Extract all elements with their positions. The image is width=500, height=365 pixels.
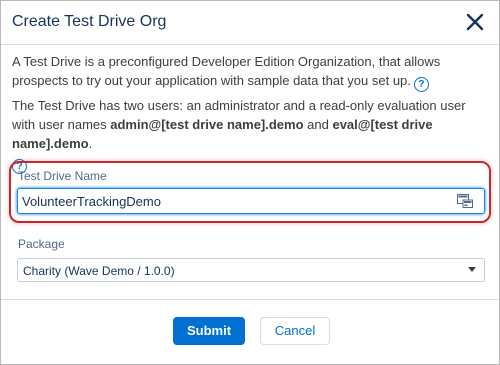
chevron-down-icon	[468, 267, 476, 272]
users-text-middle: and	[303, 117, 333, 132]
header-divider	[1, 44, 499, 45]
footer-divider	[1, 299, 499, 300]
generate-name-icon[interactable]	[457, 194, 473, 208]
submit-button[interactable]: Submit	[173, 317, 245, 345]
users-text-after: .	[88, 136, 93, 151]
intro-text: A Test Drive is a preconfigured Develope…	[12, 54, 441, 88]
cancel-button[interactable]: Cancel	[260, 317, 330, 345]
package-select[interactable]: Charity (Wave Demo / 1.0.0)	[17, 258, 485, 282]
help-icon[interactable]: ?	[413, 77, 429, 92]
intro-paragraph: A Test Drive is a preconfigured Develope…	[12, 52, 487, 92]
test-drive-name-input[interactable]	[17, 188, 485, 214]
dialog-header: Create Test Drive Org	[1, 1, 499, 45]
admin-username: admin@[test drive name].demo	[110, 117, 304, 132]
test-drive-name-label: Test Drive Name	[18, 169, 107, 183]
close-icon[interactable]	[465, 12, 485, 32]
package-label: Package	[18, 237, 65, 251]
create-test-drive-dialog: Create Test Drive Org A Test Drive is a …	[0, 0, 500, 365]
package-selected-value: Charity (Wave Demo / 1.0.0)	[23, 264, 175, 278]
dialog-title: Create Test Drive Org	[12, 13, 167, 30]
